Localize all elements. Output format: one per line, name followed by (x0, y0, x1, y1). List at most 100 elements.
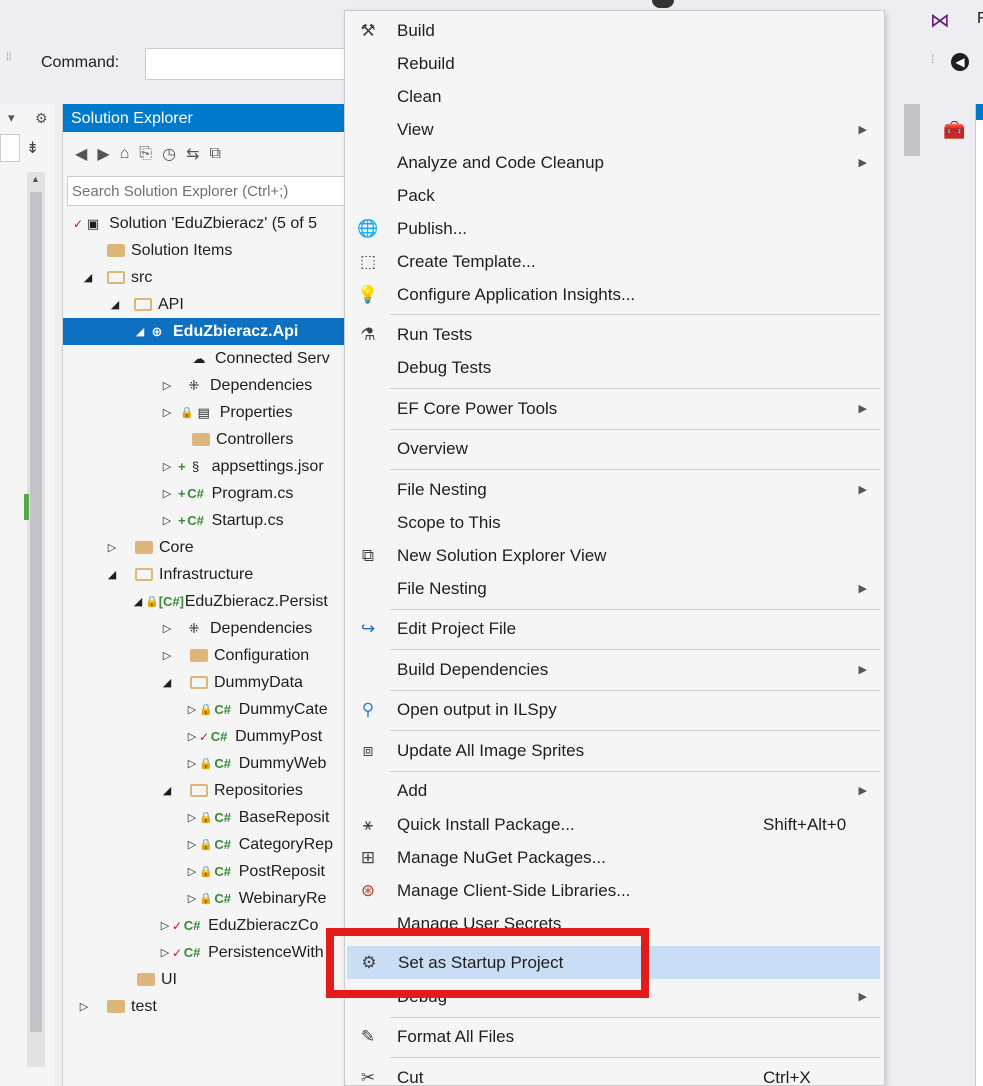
back-icon[interactable]: ◀ (75, 144, 87, 164)
collapsed-arrow-icon[interactable]: ▷ (185, 865, 199, 878)
tree-item[interactable]: ▷ ✓ C# DummyPost (63, 723, 362, 750)
menu-item-format[interactable]: ✎ Format All Files (346, 1020, 883, 1053)
collapse-all-icon[interactable]: ⧉ (209, 145, 220, 163)
menu-item-pack[interactable]: Pack (346, 179, 883, 212)
menu-item-user-secrets[interactable]: Manage User Secrets (346, 907, 883, 940)
collapsed-arrow-icon[interactable]: ▷ (185, 703, 199, 716)
collapsed-arrow-icon[interactable]: ▷ (160, 622, 174, 635)
expanded-arrow-icon[interactable]: ◢ (160, 784, 174, 797)
menu-item-debug-tests[interactable]: Debug Tests (346, 351, 883, 384)
menu-item-add[interactable]: Add ▶ (346, 774, 883, 807)
sync-icon[interactable]: ⇆ (186, 144, 199, 164)
tree-item[interactable]: ◢ Repositories (63, 777, 362, 804)
menu-item-libraries[interactable]: ⊛ Manage Client-Side Libraries... (346, 874, 883, 907)
tree-item[interactable]: ◢ API (63, 291, 362, 318)
collapsed-arrow-icon[interactable]: ▷ (160, 460, 174, 473)
left-scrollbar[interactable]: ▲ (27, 172, 45, 1067)
expanded-arrow-icon[interactable]: ◢ (108, 298, 122, 311)
tree-item[interactable]: Solution Items (63, 237, 362, 264)
tree-item[interactable]: ▷ Configuration (63, 642, 362, 669)
menu-item-run-tests[interactable]: ⚗ Run Tests (346, 318, 883, 351)
menu-item-sprites[interactable]: ⧈ Update All Image Sprites (346, 734, 883, 767)
menu-item-debug[interactable]: Debug ▶ (346, 980, 883, 1013)
tree-item[interactable]: ▷ Core (63, 534, 362, 561)
menu-item-view[interactable]: View ▶ (346, 113, 883, 146)
menu-item-create-template[interactable]: ⬚ Create Template... (346, 245, 883, 278)
collapsed-arrow-icon[interactable]: ▷ (160, 487, 174, 500)
collapsed-arrow-icon[interactable]: ▷ (158, 919, 172, 932)
menu-item-edit-project[interactable]: ↪ Edit Project File (346, 612, 883, 645)
collapsed-arrow-icon[interactable]: ▷ (160, 514, 174, 527)
menu-item-file-nesting[interactable]: File Nesting ▶ (346, 473, 883, 506)
collapsed-arrow-icon[interactable]: ▷ (185, 730, 199, 743)
search-input[interactable]: Search Solution Explorer (Ctrl+;) (67, 176, 356, 206)
tree-item[interactable]: ▷ 🔒 C# CategoryRep (63, 831, 362, 858)
tree-item[interactable]: ▷ 🔒 C# WebinaryRe (63, 885, 362, 912)
tree-item[interactable]: UI (63, 966, 362, 993)
menu-item-rebuild[interactable]: Rebuild (346, 47, 883, 80)
scroll-up-icon[interactable]: ▲ (31, 174, 40, 184)
collapsed-arrow-icon[interactable]: ▷ (185, 892, 199, 905)
tree-item[interactable]: Controllers (63, 426, 362, 453)
collapsed-arrow-icon[interactable]: ▷ (185, 757, 199, 770)
tree-item[interactable]: ▷ 🔒 C# PostReposit (63, 858, 362, 885)
toolbar-grip-icon[interactable]: ⁞⁞ (6, 52, 14, 72)
collapsed-arrow-icon[interactable]: ▷ (185, 811, 199, 824)
tree-item[interactable]: ▷ ✓ C# EduZbieraczCo (63, 912, 362, 939)
menu-item-quick-install[interactable]: ⚹ Quick Install Package... Shift+Alt+0 (346, 808, 883, 841)
settings-icon[interactable]: ⚙ (35, 110, 48, 127)
expanded-arrow-icon[interactable]: ◢ (133, 325, 147, 338)
command-input[interactable] (145, 48, 345, 80)
tree-item[interactable]: ▷ + § appsettings.jsor (63, 453, 362, 480)
tree-item[interactable]: ▷ 🔒 ▤ Properties (63, 399, 362, 426)
menu-item-build[interactable]: ⚒ Build (346, 14, 883, 47)
tree-item[interactable]: ▷ test (63, 993, 362, 1020)
tree-item[interactable]: ▷ + C# Program.cs (63, 480, 362, 507)
home-icon[interactable]: ⌂ (120, 145, 130, 163)
expanded-arrow-icon[interactable]: ◢ (131, 595, 145, 608)
menu-item-cut[interactable]: ✂ Cut Ctrl+X (346, 1061, 883, 1086)
tree-item[interactable]: ☁ Connected Serv (63, 345, 362, 372)
menu-item-ilspy[interactable]: ⚲ Open output in ILSpy (346, 693, 883, 726)
toolbox-icon[interactable]: 🧰 (943, 120, 965, 141)
dropdown-icon[interactable]: ▾ (8, 110, 15, 126)
menu-item-set-startup[interactable]: ⚙ Set as Startup Project (347, 946, 880, 979)
tree-item[interactable]: ▷ ✓ C# PersistenceWith (63, 939, 362, 966)
expanded-arrow-icon[interactable]: ◢ (160, 676, 174, 689)
editor-scrollbar[interactable] (904, 104, 920, 156)
switch-views-icon[interactable]: ⎘ (139, 145, 152, 163)
toolbar-grip-icon[interactable]: ⁞ (931, 52, 934, 66)
menu-item-analyze[interactable]: Analyze and Code Cleanup ▶ (346, 146, 883, 179)
expanded-arrow-icon[interactable]: ◢ (105, 568, 119, 581)
tree-item[interactable]: ▷ 🔒 C# DummyCate (63, 696, 362, 723)
menu-item-build-deps[interactable]: Build Dependencies ▶ (346, 653, 883, 686)
collapsed-arrow-icon[interactable]: ▷ (160, 649, 174, 662)
tree-item[interactable]: ▷ ⁜ Dependencies (63, 615, 362, 642)
tree-item-solution[interactable]: ✓ ▣ Solution 'EduZbieracz' (5 of 5 (63, 210, 362, 237)
tree-item-selected[interactable]: ◢ ⊕ EduZbieracz.Api (63, 318, 362, 345)
menu-item-publish[interactable]: 🌐 Publish... (346, 212, 883, 245)
menu-item-file-nesting-2[interactable]: File Nesting ▶ (346, 572, 883, 605)
forward-icon[interactable]: ▶ (97, 144, 109, 164)
navigate-back-icon[interactable]: ◀ (951, 53, 969, 71)
menu-item-new-view[interactable]: ⧉ New Solution Explorer View (346, 539, 883, 572)
menu-item-app-insights[interactable]: 💡 Configure Application Insights... (346, 278, 883, 311)
tree-item[interactable]: ◢ DummyData (63, 669, 362, 696)
menu-item-overview[interactable]: Overview (346, 432, 883, 465)
tree-item[interactable]: ▷ ⁜ Dependencies (63, 372, 362, 399)
tree-item[interactable]: ◢ Infrastructure (63, 561, 362, 588)
collapsed-arrow-icon[interactable]: ▷ (105, 541, 119, 554)
tree-item[interactable]: ◢ 🔒 [C#] EduZbieracz.Persist (63, 588, 362, 615)
collapsed-arrow-icon[interactable]: ▷ (160, 379, 174, 392)
menu-item-nuget[interactable]: ⊞ Manage NuGet Packages... (346, 841, 883, 874)
collapsed-arrow-icon[interactable]: ▷ (158, 946, 172, 959)
tree-item[interactable]: ▷ + C# Startup.cs (63, 507, 362, 534)
collapsed-arrow-icon[interactable]: ▷ (185, 838, 199, 851)
left-panel-field[interactable] (0, 134, 20, 162)
tree-item[interactable]: ◢ src (63, 264, 362, 291)
collapsed-arrow-icon[interactable]: ▷ (160, 406, 174, 419)
expanded-arrow-icon[interactable]: ◢ (81, 271, 95, 284)
menu-item-clean[interactable]: Clean (346, 80, 883, 113)
collapsed-arrow-icon[interactable]: ▷ (77, 1000, 91, 1013)
menu-item-ef-core[interactable]: EF Core Power Tools ▶ (346, 392, 883, 425)
